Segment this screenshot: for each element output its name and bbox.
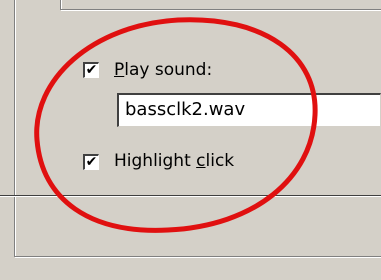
red-highlight-ellipse bbox=[34, 17, 318, 233]
highlight-click-label-rest: lick bbox=[205, 151, 235, 171]
page-bottom-highlight bbox=[15, 257, 381, 258]
highlight-click-accelerator: c bbox=[196, 151, 206, 171]
play-sound-label-text: lay sound: bbox=[124, 60, 213, 80]
inner-group-bottom-highlight bbox=[61, 10, 381, 11]
highlight-click-label-pre: Highlight bbox=[114, 151, 197, 171]
play-sound-checkbox[interactable]: ✔ bbox=[83, 62, 99, 78]
sound-file-input[interactable]: bassclk2.wav bbox=[117, 93, 381, 127]
highlight-click-label[interactable]: Highlight click bbox=[114, 151, 234, 171]
section-divider-highlight bbox=[0, 196, 381, 197]
highlight-click-checkbox[interactable]: ✔ bbox=[83, 154, 99, 170]
group-frame-highlight bbox=[15, 0, 16, 256]
play-sound-accelerator: P bbox=[114, 60, 125, 80]
play-sound-label[interactable]: Play sound: bbox=[114, 60, 212, 80]
